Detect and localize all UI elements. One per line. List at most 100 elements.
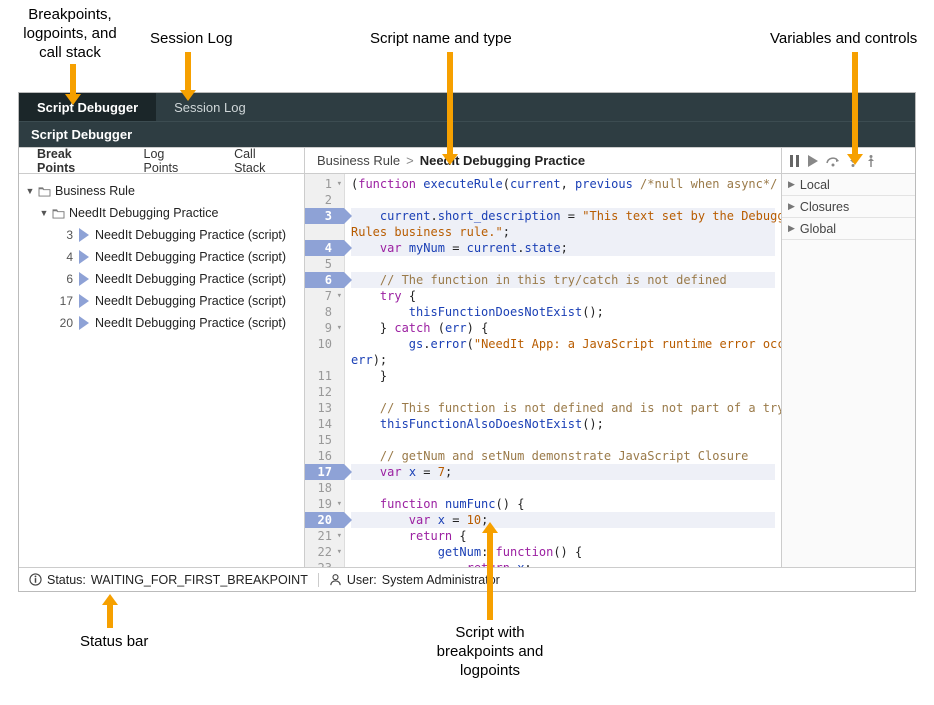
gutter-line[interactable]: 18	[305, 480, 344, 496]
status-bar: Status: WAITING_FOR_FIRST_BREAKPOINT Use…	[19, 567, 915, 591]
code-line[interactable]	[351, 256, 775, 272]
code-line[interactable]: function numFunc() {	[351, 496, 775, 512]
code-line[interactable]	[351, 384, 775, 400]
code-editor[interactable]: 1▾234567▾89▾10111213141516171819▾2021▾22…	[305, 174, 781, 567]
gutter-line[interactable]: 17	[305, 464, 344, 480]
gutter-line[interactable]: 11	[305, 368, 344, 384]
user-icon	[329, 573, 342, 586]
tab-script-debugger[interactable]: Script Debugger	[19, 93, 156, 121]
breakpoint-line-number: 4	[51, 250, 73, 264]
center-panel: Business Rule > NeedIt Debugging Practic…	[305, 148, 781, 567]
vars-section-label: Global	[800, 222, 836, 236]
code-line[interactable]: gs.error("NeedIt App: a JavaScript runti…	[351, 336, 775, 352]
code-line[interactable]: thisFunctionDoesNotExist();	[351, 304, 775, 320]
code-line[interactable]: // This function is not defined and is n…	[351, 400, 775, 416]
user-label: User:	[347, 573, 377, 587]
code-line[interactable]: return x;	[351, 560, 775, 567]
breakpoint-item[interactable]: 20NeedIt Debugging Practice (script)	[23, 312, 300, 334]
step-out-button[interactable]	[866, 155, 876, 167]
breakpoint-label: NeedIt Debugging Practice (script)	[95, 294, 286, 308]
caret-right-icon: ▶	[788, 201, 795, 212]
gutter-line[interactable]: 16	[305, 448, 344, 464]
gutter-line[interactable]: 15	[305, 432, 344, 448]
code-line[interactable]: thisFunctionAlsoDoesNotExist();	[351, 416, 775, 432]
gutter-line[interactable]: 20	[305, 512, 344, 528]
code-line[interactable]	[351, 432, 775, 448]
script-type: Business Rule	[317, 153, 400, 168]
gutter-line[interactable]	[305, 224, 344, 240]
gutter-line[interactable]: 12	[305, 384, 344, 400]
gutter-line[interactable]: 1▾	[305, 176, 344, 192]
breakpoint-item[interactable]: 17NeedIt Debugging Practice (script)	[23, 290, 300, 312]
tab-breakpoints[interactable]: Break Points	[19, 148, 126, 173]
tab-callstack[interactable]: Call Stack	[216, 148, 304, 173]
gutter-line[interactable]: 6	[305, 272, 344, 288]
gutter-line[interactable]	[305, 352, 344, 368]
code-line[interactable]: var myNum = current.state;	[351, 240, 775, 256]
code-line[interactable]: (function executeRule(current, previous …	[351, 176, 775, 192]
code-line[interactable]: // getNum and setNum demonstrate JavaScr…	[351, 448, 775, 464]
resume-button[interactable]	[808, 155, 818, 167]
breakpoint-label: NeedIt Debugging Practice (script)	[95, 250, 286, 264]
annotation-scriptbody: Script withbreakpoints andlogpoints	[425, 624, 555, 680]
breakpoint-marker-icon	[79, 294, 89, 308]
code-line[interactable]: }	[351, 368, 775, 384]
gutter-line[interactable]: 5	[305, 256, 344, 272]
code-line[interactable]: try {	[351, 288, 775, 304]
gutter-line[interactable]: 2	[305, 192, 344, 208]
gutter-line[interactable]: 13	[305, 400, 344, 416]
code-line[interactable]: Rules business rule.";	[351, 224, 775, 240]
annotation-breakpoints: Breakpoints,logpoints, andcall stack	[10, 6, 130, 62]
breakpoint-line-number: 20	[51, 316, 73, 330]
code-line[interactable]: current.short_description = "This text s…	[351, 208, 775, 224]
info-icon	[29, 573, 42, 586]
breakpoint-item[interactable]: 6NeedIt Debugging Practice (script)	[23, 268, 300, 290]
gutter-line[interactable]: 19▾	[305, 496, 344, 512]
code-line[interactable]: err);	[351, 352, 775, 368]
tree-child[interactable]: ▼ NeedIt Debugging Practice	[23, 202, 300, 224]
vars-section-closures[interactable]: ▶ Closures	[782, 196, 915, 218]
annotation-sessionlog: Session Log	[150, 30, 233, 49]
pause-button[interactable]	[790, 155, 800, 167]
gutter-line[interactable]: 22▾	[305, 544, 344, 560]
gutter-line[interactable]: 3	[305, 208, 344, 224]
vars-section-label: Closures	[800, 200, 849, 214]
vars-section-global[interactable]: ▶ Global	[782, 218, 915, 240]
code-line[interactable]: var x = 7;	[351, 464, 775, 480]
tab-session-log[interactable]: Session Log	[156, 93, 264, 121]
code-line[interactable]: getNum: function() {	[351, 544, 775, 560]
vars-section-local[interactable]: ▶Local	[782, 174, 915, 196]
gutter-line[interactable]: 4	[305, 240, 344, 256]
status-value: WAITING_FOR_FIRST_BREAKPOINT	[91, 573, 308, 587]
gutter-line[interactable]: 23	[305, 560, 344, 567]
gutter-line[interactable]: 14	[305, 416, 344, 432]
left-panel: Break Points Log Points Call Stack ▼ Bus…	[19, 148, 305, 567]
tab-logpoints[interactable]: Log Points	[126, 148, 217, 173]
gutter-line[interactable]: 21▾	[305, 528, 344, 544]
left-tabs: Break Points Log Points Call Stack	[19, 148, 304, 174]
gutter-line[interactable]: 9▾	[305, 320, 344, 336]
code-line[interactable]: } catch (err) {	[351, 320, 775, 336]
breakpoint-item[interactable]: 4 NeedIt Debugging Practice (script)	[23, 246, 300, 268]
breakpoint-line-number: 6	[51, 272, 73, 286]
code-line[interactable]: return {	[351, 528, 775, 544]
folder-icon	[52, 208, 65, 219]
caret-right-icon: ▶	[788, 179, 795, 190]
code-line[interactable]	[351, 480, 775, 496]
tree-root[interactable]: ▼ Business Rule	[23, 180, 300, 202]
code-line[interactable]: var x = 10;	[351, 512, 775, 528]
breakpoint-item[interactable]: 3NeedIt Debugging Practice (script)	[23, 224, 300, 246]
user-value: System Administrator	[382, 573, 500, 587]
caret-right-icon: ▶	[788, 223, 795, 234]
gutter-line[interactable]: 10	[305, 336, 344, 352]
code-body[interactable]: (function executeRule(current, previous …	[345, 174, 781, 567]
annotation-scriptname: Script name and type	[370, 30, 512, 49]
status-label: Status:	[47, 573, 86, 587]
code-line[interactable]	[351, 192, 775, 208]
gutter-line[interactable]: 8	[305, 304, 344, 320]
code-line[interactable]: // The function in this try/catch is not…	[351, 272, 775, 288]
gutter-line[interactable]: 7▾	[305, 288, 344, 304]
status-segment: Status: WAITING_FOR_FIRST_BREAKPOINT	[19, 573, 318, 587]
step-over-button[interactable]	[826, 155, 840, 167]
line-number-gutter[interactable]: 1▾234567▾89▾10111213141516171819▾2021▾22…	[305, 174, 345, 567]
